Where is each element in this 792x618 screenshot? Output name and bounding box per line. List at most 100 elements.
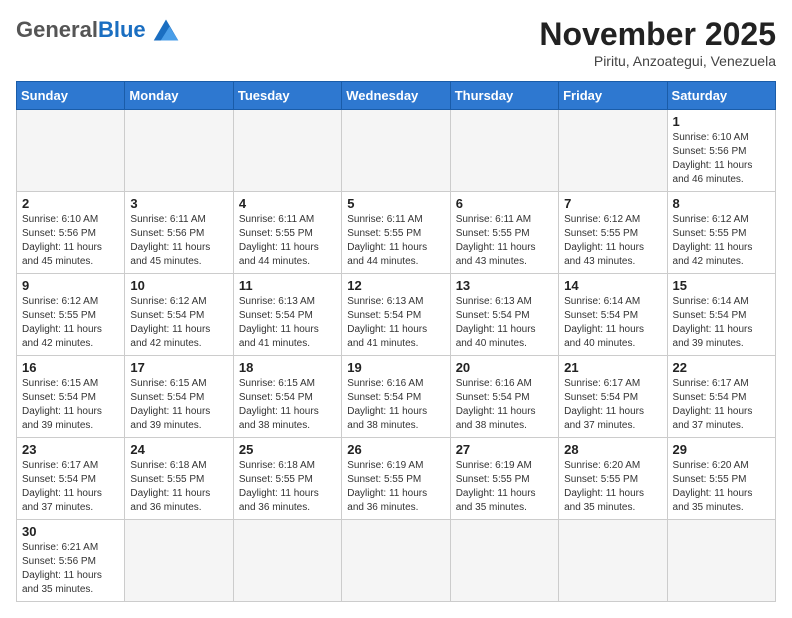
calendar-day-cell: 7 Sunrise: 6:12 AM Sunset: 5:55 PM Daylig… <box>559 192 667 274</box>
day-info: Sunrise: 6:18 AM Sunset: 5:55 PM Dayligh… <box>130 459 227 515</box>
month-title: November 2025 <box>539 16 776 53</box>
day-of-week-header: Wednesday <box>342 82 450 110</box>
day-info: Sunrise: 6:17 AM Sunset: 5:54 PM Dayligh… <box>673 377 770 433</box>
day-info: Sunrise: 6:20 AM Sunset: 5:55 PM Dayligh… <box>673 459 770 515</box>
calendar-day-cell: 9Sunrise: 6:12 AM Sunset: 5:55 PM Daylig… <box>17 274 125 356</box>
calendar-day-cell: 29Sunrise: 6:20 AM Sunset: 5:55 PM Dayli… <box>667 438 775 520</box>
calendar-day-cell: 16Sunrise: 6:15 AM Sunset: 5:54 PM Dayli… <box>17 356 125 438</box>
calendar-day-cell: 1 Sunrise: 6:10 AM Sunset: 5:56 PM Daylig… <box>667 110 775 192</box>
day-info: Sunrise: 6:10 AM Sunset: 5:56 PM Dayligh… <box>673 131 770 187</box>
calendar-day-cell <box>450 520 558 602</box>
day-number: 10 <box>130 278 227 293</box>
calendar-day-cell: 17Sunrise: 6:15 AM Sunset: 5:54 PM Dayli… <box>125 356 233 438</box>
calendar-day-cell <box>559 110 667 192</box>
day-info: Sunrise: 6:16 AM Sunset: 5:54 PM Dayligh… <box>347 377 444 433</box>
day-info: Sunrise: 6:19 AM Sunset: 5:55 PM Dayligh… <box>456 459 553 515</box>
day-info: Sunrise: 6:18 AM Sunset: 5:55 PM Dayligh… <box>239 459 336 515</box>
calendar-day-cell: 24 Sunrise: 6:18 AM Sunset: 5:55 PM Dayli… <box>125 438 233 520</box>
day-number: 21 <box>564 360 661 375</box>
day-info: Sunrise: 6:12 AM Sunset: 5:55 PM Dayligh… <box>22 295 119 351</box>
calendar-day-cell: 27Sunrise: 6:19 AM Sunset: 5:55 PM Dayli… <box>450 438 558 520</box>
calendar-day-cell <box>233 520 341 602</box>
calendar-day-cell: 13Sunrise: 6:13 AM Sunset: 5:54 PM Dayli… <box>450 274 558 356</box>
day-number: 12 <box>347 278 444 293</box>
calendar-table: SundayMondayTuesdayWednesdayThursdayFrid… <box>16 81 776 602</box>
day-number: 11 <box>239 278 336 293</box>
day-info: Sunrise: 6:12 AM Sunset: 5:55 PM Dayligh… <box>564 213 661 269</box>
day-info: Sunrise: 6:16 AM Sunset: 5:54 PM Dayligh… <box>456 377 553 433</box>
calendar-day-cell <box>125 110 233 192</box>
day-of-week-header: Thursday <box>450 82 558 110</box>
calendar-day-cell: 28 Sunrise: 6:20 AM Sunset: 5:55 PM Dayli… <box>559 438 667 520</box>
calendar-day-cell <box>342 110 450 192</box>
day-of-week-header: Sunday <box>17 82 125 110</box>
day-number: 19 <box>347 360 444 375</box>
calendar-week-row: 23Sunrise: 6:17 AM Sunset: 5:54 PM Dayli… <box>17 438 776 520</box>
location-subtitle: Piritu, Anzoategui, Venezuela <box>539 53 776 69</box>
calendar-day-cell: 20 Sunrise: 6:16 AM Sunset: 5:54 PM Dayli… <box>450 356 558 438</box>
day-number: 6 <box>456 196 553 211</box>
day-info: Sunrise: 6:13 AM Sunset: 5:54 PM Dayligh… <box>347 295 444 351</box>
day-info: Sunrise: 6:11 AM Sunset: 5:55 PM Dayligh… <box>347 213 444 269</box>
day-info: Sunrise: 6:11 AM Sunset: 5:56 PM Dayligh… <box>130 213 227 269</box>
calendar-week-row: 2 Sunrise: 6:10 AM Sunset: 5:56 PM Daylig… <box>17 192 776 274</box>
day-number: 24 <box>130 442 227 457</box>
calendar-day-cell: 12 Sunrise: 6:13 AM Sunset: 5:54 PM Dayli… <box>342 274 450 356</box>
calendar-day-cell: 25 Sunrise: 6:18 AM Sunset: 5:55 PM Dayli… <box>233 438 341 520</box>
calendar-day-cell: 4Sunrise: 6:11 AM Sunset: 5:55 PM Daylig… <box>233 192 341 274</box>
day-number: 22 <box>673 360 770 375</box>
day-of-week-header: Friday <box>559 82 667 110</box>
day-of-week-header: Saturday <box>667 82 775 110</box>
logo-general-text: General <box>16 17 98 43</box>
day-info: Sunrise: 6:10 AM Sunset: 5:56 PM Dayligh… <box>22 213 119 269</box>
calendar-day-cell: 14 Sunrise: 6:14 AM Sunset: 5:54 PM Dayli… <box>559 274 667 356</box>
calendar-day-cell: 22 Sunrise: 6:17 AM Sunset: 5:54 PM Dayli… <box>667 356 775 438</box>
day-number: 23 <box>22 442 119 457</box>
day-number: 4 <box>239 196 336 211</box>
day-number: 2 <box>22 196 119 211</box>
calendar-day-cell <box>450 110 558 192</box>
calendar-day-cell: 19 Sunrise: 6:16 AM Sunset: 5:54 PM Dayli… <box>342 356 450 438</box>
day-info: Sunrise: 6:15 AM Sunset: 5:54 PM Dayligh… <box>130 377 227 433</box>
calendar-day-cell <box>342 520 450 602</box>
logo-area: General Blue <box>16 16 182 44</box>
calendar-day-cell: 2 Sunrise: 6:10 AM Sunset: 5:56 PM Daylig… <box>17 192 125 274</box>
day-info: Sunrise: 6:12 AM Sunset: 5:54 PM Dayligh… <box>130 295 227 351</box>
calendar-day-cell <box>17 110 125 192</box>
day-number: 20 <box>456 360 553 375</box>
day-number: 18 <box>239 360 336 375</box>
header: General Blue November 2025 Piritu, Anzoa… <box>16 16 776 69</box>
calendar-day-cell: 5Sunrise: 6:11 AM Sunset: 5:55 PM Daylig… <box>342 192 450 274</box>
day-number: 3 <box>130 196 227 211</box>
day-number: 26 <box>347 442 444 457</box>
day-of-week-header: Monday <box>125 82 233 110</box>
day-number: 28 <box>564 442 661 457</box>
day-info: Sunrise: 6:14 AM Sunset: 5:54 PM Dayligh… <box>673 295 770 351</box>
logo-blue-text: Blue <box>98 17 146 43</box>
calendar-day-cell: 26 Sunrise: 6:19 AM Sunset: 5:55 PM Dayli… <box>342 438 450 520</box>
calendar-day-cell: 8 Sunrise: 6:12 AM Sunset: 5:55 PM Daylig… <box>667 192 775 274</box>
day-number: 30 <box>22 524 119 539</box>
day-info: Sunrise: 6:12 AM Sunset: 5:55 PM Dayligh… <box>673 213 770 269</box>
calendar-day-cell: 18 Sunrise: 6:15 AM Sunset: 5:54 PM Dayli… <box>233 356 341 438</box>
day-number: 8 <box>673 196 770 211</box>
day-info: Sunrise: 6:13 AM Sunset: 5:54 PM Dayligh… <box>456 295 553 351</box>
day-info: Sunrise: 6:19 AM Sunset: 5:55 PM Dayligh… <box>347 459 444 515</box>
day-number: 16 <box>22 360 119 375</box>
title-area: November 2025 Piritu, Anzoategui, Venezu… <box>539 16 776 69</box>
day-number: 14 <box>564 278 661 293</box>
day-number: 15 <box>673 278 770 293</box>
day-info: Sunrise: 6:20 AM Sunset: 5:55 PM Dayligh… <box>564 459 661 515</box>
logo-icon <box>150 16 182 44</box>
day-info: Sunrise: 6:14 AM Sunset: 5:54 PM Dayligh… <box>564 295 661 351</box>
calendar-header-row: SundayMondayTuesdayWednesdayThursdayFrid… <box>17 82 776 110</box>
day-info: Sunrise: 6:11 AM Sunset: 5:55 PM Dayligh… <box>456 213 553 269</box>
calendar-day-cell: 15 Sunrise: 6:14 AM Sunset: 5:54 PM Dayli… <box>667 274 775 356</box>
day-number: 1 <box>673 114 770 129</box>
calendar-day-cell: 21Sunrise: 6:17 AM Sunset: 5:54 PM Dayli… <box>559 356 667 438</box>
day-info: Sunrise: 6:15 AM Sunset: 5:54 PM Dayligh… <box>239 377 336 433</box>
calendar-day-cell: 23Sunrise: 6:17 AM Sunset: 5:54 PM Dayli… <box>17 438 125 520</box>
calendar-day-cell: 11Sunrise: 6:13 AM Sunset: 5:54 PM Dayli… <box>233 274 341 356</box>
day-number: 7 <box>564 196 661 211</box>
day-number: 25 <box>239 442 336 457</box>
